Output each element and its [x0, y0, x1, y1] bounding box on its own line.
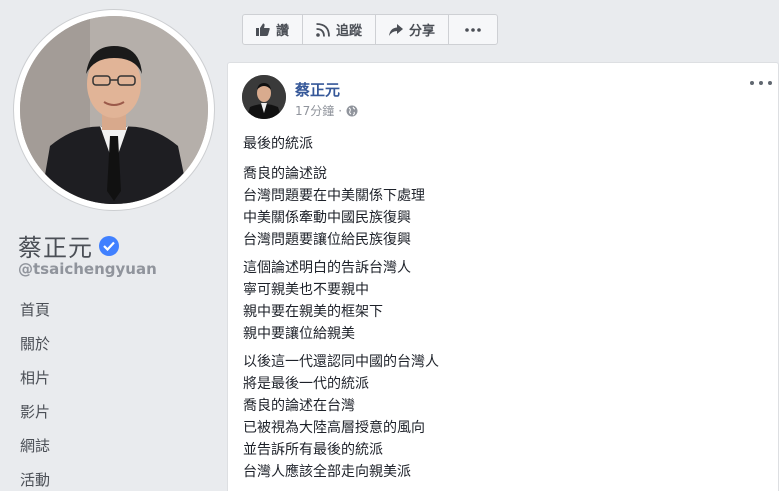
post-line: 這個論述明白的告訴台灣人 [243, 260, 411, 276]
post-line: 中美關係牽動中國民族復興 [243, 210, 411, 226]
nav-item-notes[interactable]: 網誌 [20, 432, 50, 466]
post-line: 親中要讓位給親美 [243, 326, 355, 342]
like-button[interactable]: 讚 [243, 15, 304, 44]
rss-icon [316, 22, 330, 37]
left-column: 蔡正元 @tsaichengyuan 首頁 關於 相片 影片 網誌 活動 [0, 0, 218, 491]
share-button[interactable]: 分享 [376, 15, 450, 44]
post-line: 喬良的論述在台灣 [243, 398, 355, 414]
avatar [20, 16, 208, 204]
like-button-label: 讚 [276, 24, 290, 39]
username[interactable]: @tsaichengyuan [18, 260, 157, 278]
post-timestamp[interactable]: 17分鐘 [295, 102, 334, 119]
nav-item-videos[interactable]: 影片 [20, 398, 50, 432]
post-line: 已被視為大陸高層授意的風向 [243, 420, 425, 436]
like-icon [256, 23, 270, 36]
meta-separator: · [338, 103, 343, 118]
post-more-options-icon[interactable] [750, 75, 772, 91]
page-action-bar: 讚 追蹤 分享 [242, 14, 499, 45]
profile-photo-image [20, 16, 208, 204]
follow-button-label: 追蹤 [336, 24, 363, 39]
post-paragraph: 以後這一代還認同中國的台灣人 將是最後一代的統派 喬良的論述在台灣 已被視為大陸… [243, 351, 763, 483]
post-line: 將是最後一代的統派 [243, 376, 369, 392]
post-paragraph: 喬良的論述說 台灣問題要在中美關係下處理 中美關係牽動中國民族復興 台灣問題要讓… [243, 163, 763, 251]
nav-item-photos[interactable]: 相片 [20, 364, 50, 398]
post-line: 親中要在親美的框架下 [243, 304, 383, 320]
nav-item-about[interactable]: 關於 [20, 330, 50, 364]
post-author-avatar[interactable] [242, 75, 286, 119]
nav-item-home[interactable]: 首頁 [20, 296, 50, 330]
post-line: 以後這一代還認同中國的台灣人 [243, 354, 439, 370]
post-line: 喬良的論述說 [243, 166, 327, 182]
post-paragraph: 這個論述明白的告訴台灣人 寧可親美也不要親中 親中要在親美的框架下 親中要讓位給… [243, 257, 763, 345]
profile-picture[interactable] [14, 10, 214, 210]
verified-badge-icon [99, 235, 119, 256]
follow-button[interactable]: 追蹤 [303, 15, 377, 44]
post-title: 最後的統派 [243, 136, 313, 152]
post-card: 蔡正元 17分鐘 · 最後的統派 喬良的論述說 台灣問題要在中美關係下處理 中美… [227, 62, 779, 491]
post-line: 並告訴所有最後的統派 [243, 442, 383, 458]
globe-icon[interactable] [346, 105, 358, 117]
more-horizontal-icon [465, 27, 481, 32]
post-author-name[interactable]: 蔡正元 [295, 79, 340, 100]
post-line: 台灣人應該全部走向親美派 [243, 464, 411, 480]
page-nav: 首頁 關於 相片 影片 網誌 活動 [20, 296, 50, 491]
post-line: 寧可親美也不要親中 [243, 282, 369, 298]
nav-item-events[interactable]: 活動 [20, 466, 50, 491]
author-avatar-image [242, 75, 286, 119]
more-options-button[interactable] [449, 15, 497, 44]
share-icon [389, 23, 404, 36]
post-line: 台灣問題要在中美關係下處理 [243, 188, 425, 204]
share-button-label: 分享 [409, 24, 436, 39]
post-meta: 17分鐘 · [295, 102, 358, 119]
post-line: 台灣問題要讓位給民族復興 [243, 232, 411, 248]
page-name-text[interactable]: 蔡正元 [18, 228, 93, 263]
post-body: 最後的統派 喬良的論述說 台灣問題要在中美關係下處理 中美關係牽動中國民族復興 … [243, 133, 763, 489]
page-name[interactable]: 蔡正元 [18, 228, 119, 263]
